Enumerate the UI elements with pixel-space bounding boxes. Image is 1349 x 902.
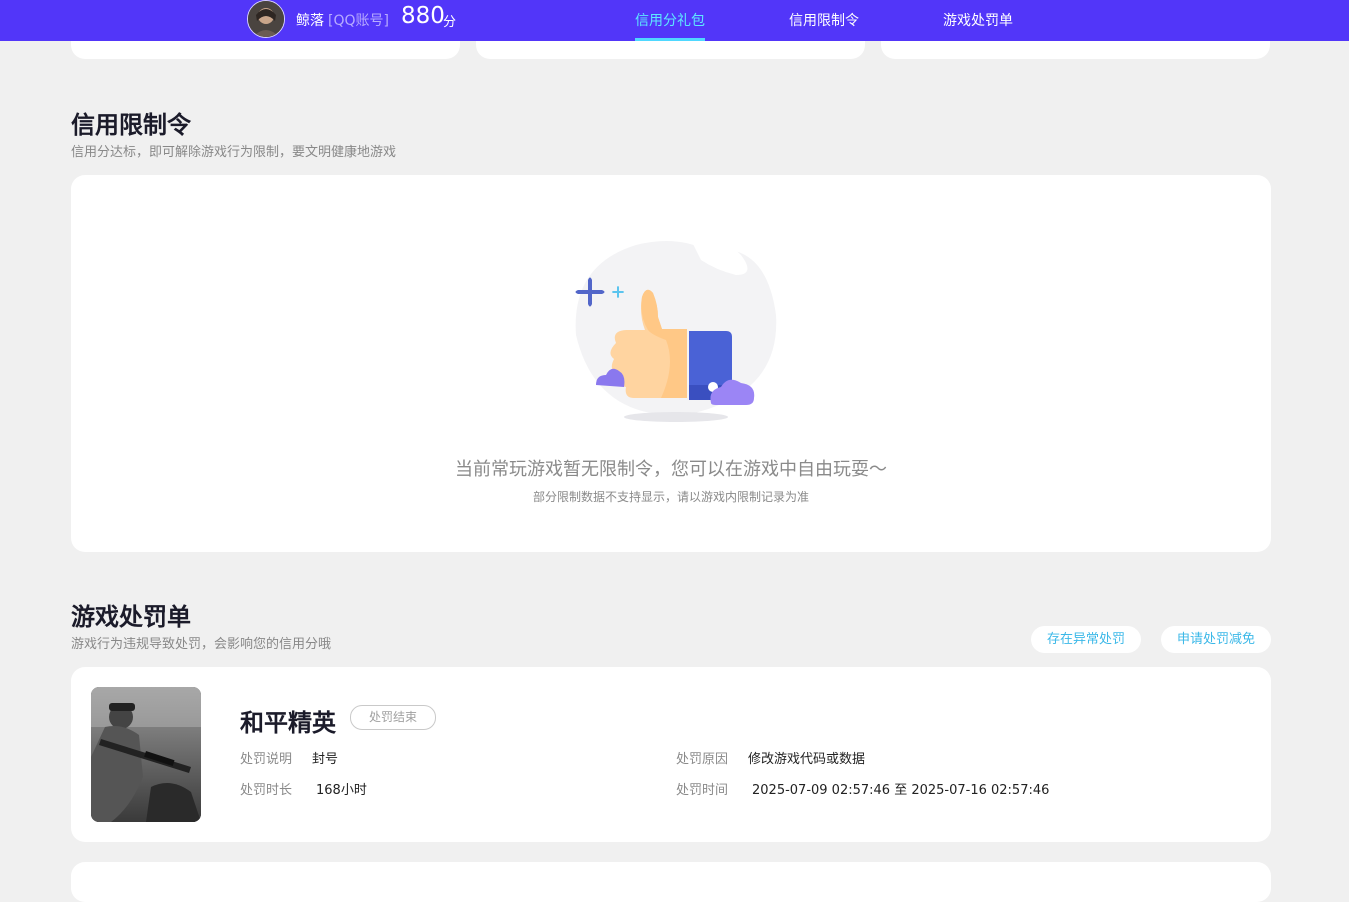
tab-credit-gift[interactable]: 信用分礼包 [635, 10, 705, 30]
restriction-section-title: 信用限制令 [71, 111, 191, 139]
penalty-section-title: 游戏处罚单 [71, 603, 191, 631]
report-abnormal-penalty-button[interactable]: 存在异常处罚 [1031, 626, 1141, 653]
restriction-empty-card: 当前常玩游戏暂无限制令，您可以在游戏中自由玩耍～ 部分限制数据不支持显示，请以游… [71, 175, 1271, 552]
penalty-record-card-next[interactable] [71, 862, 1271, 902]
penalty-reason-label: 处罚原因 [676, 752, 729, 767]
avatar[interactable] [247, 0, 285, 38]
penalty-time-value: 2025-07-09 02:57:46 至 2025-07-16 02:57:4… [752, 783, 1050, 798]
restriction-empty-message: 当前常玩游戏暂无限制令，您可以在游戏中自由玩耍～ [455, 459, 887, 480]
penalty-desc-value: 封号 [312, 752, 339, 767]
game-thumbnail [91, 687, 201, 822]
thumbs-up-illustration [575, 237, 777, 422]
status-badge: 处罚结束 [350, 705, 436, 730]
top-bar: 鲸落 [QQ账号] 880 分 信用分礼包 信用限制令 游戏处罚单 [0, 0, 1349, 41]
account-type-label: [QQ账号] [328, 13, 389, 29]
penalty-duration-value: 168小时 [316, 783, 367, 798]
restriction-section-subtitle: 信用分达标，即可解除游戏行为限制，要文明健康地游戏 [71, 145, 397, 160]
username: 鲸落 [296, 13, 324, 29]
tab-game-penalty[interactable]: 游戏处罚单 [943, 10, 1013, 30]
penalty-time-label: 处罚时间 [676, 783, 729, 798]
restriction-empty-note: 部分限制数据不支持显示，请以游戏内限制记录为准 [532, 490, 809, 504]
tab-credit-restriction[interactable]: 信用限制令 [789, 10, 859, 30]
penalty-reason-value: 修改游戏代码或数据 [748, 752, 866, 767]
penalty-desc-label: 处罚说明 [240, 752, 293, 767]
penalty-section-subtitle: 游戏行为违规导致处罚，会影响您的信用分哦 [71, 637, 332, 652]
apply-penalty-reduction-button[interactable]: 申请处罚减免 [1161, 626, 1271, 653]
penalty-duration-label: 处罚时长 [240, 783, 293, 798]
active-tab-indicator [635, 38, 705, 41]
credit-score: 880 [401, 3, 445, 29]
credit-score-unit: 分 [443, 15, 457, 30]
penalty-record-card[interactable]: 和平精英 处罚结束 处罚说明 封号 处罚原因 修改游戏代码或数据 处罚时长 16… [71, 667, 1271, 842]
game-name: 和平精英 [240, 709, 336, 737]
